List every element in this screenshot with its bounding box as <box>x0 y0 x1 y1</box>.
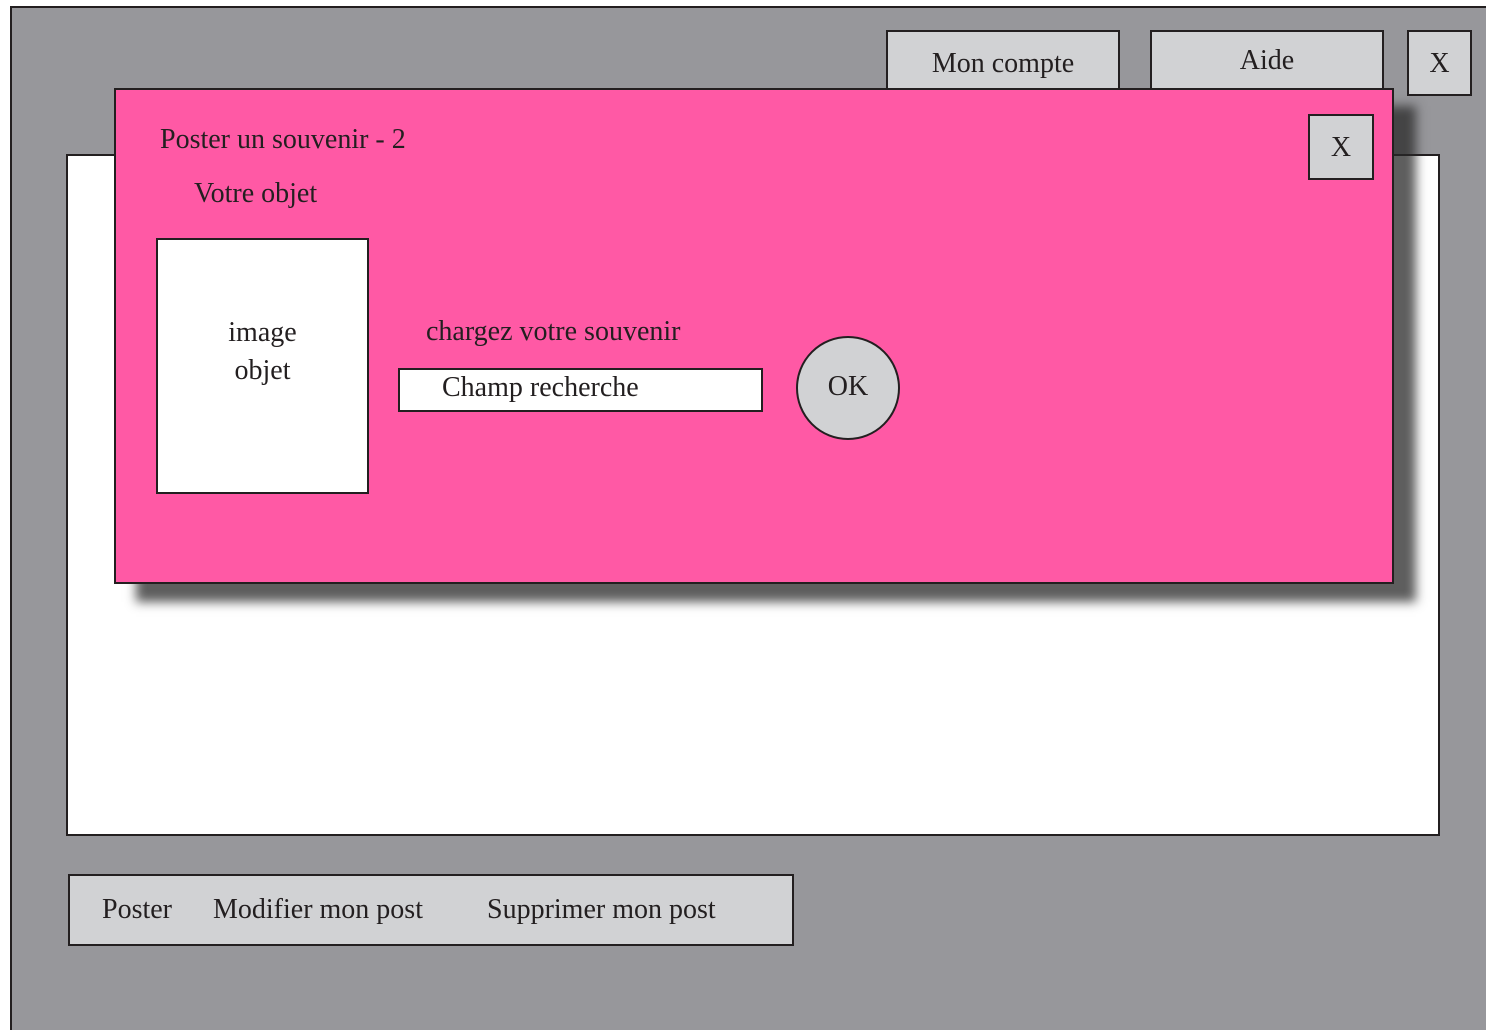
object-image-placeholder: image objet <box>156 238 369 494</box>
object-label: Votre objet <box>194 178 318 209</box>
object-image-caption-line2: objet <box>234 355 291 386</box>
ok-button[interactable]: OK <box>796 336 900 440</box>
help-button[interactable]: Aide <box>1150 30 1384 96</box>
dialog-title: Poster un souvenir - 2 <box>160 124 406 155</box>
action-bar: Poster Modifier mon post Supprimer mon p… <box>68 874 794 946</box>
post-button[interactable]: Poster <box>102 876 172 944</box>
my-account-button[interactable]: Mon compte <box>886 30 1120 96</box>
search-input[interactable]: Champ recherche <box>398 368 763 412</box>
dialog-close-button[interactable]: X <box>1308 114 1374 180</box>
upload-label: chargez votre souvenir <box>426 316 681 347</box>
close-app-button[interactable]: X <box>1407 30 1472 96</box>
delete-post-button[interactable]: Supprimer mon post <box>487 876 716 944</box>
edit-post-button[interactable]: Modifier mon post <box>213 876 423 944</box>
object-image-caption: image objet <box>158 314 367 390</box>
post-souvenir-dialog: Poster un souvenir - 2 X Votre objet ima… <box>114 88 1394 584</box>
object-image-caption-line1: image <box>228 317 297 348</box>
